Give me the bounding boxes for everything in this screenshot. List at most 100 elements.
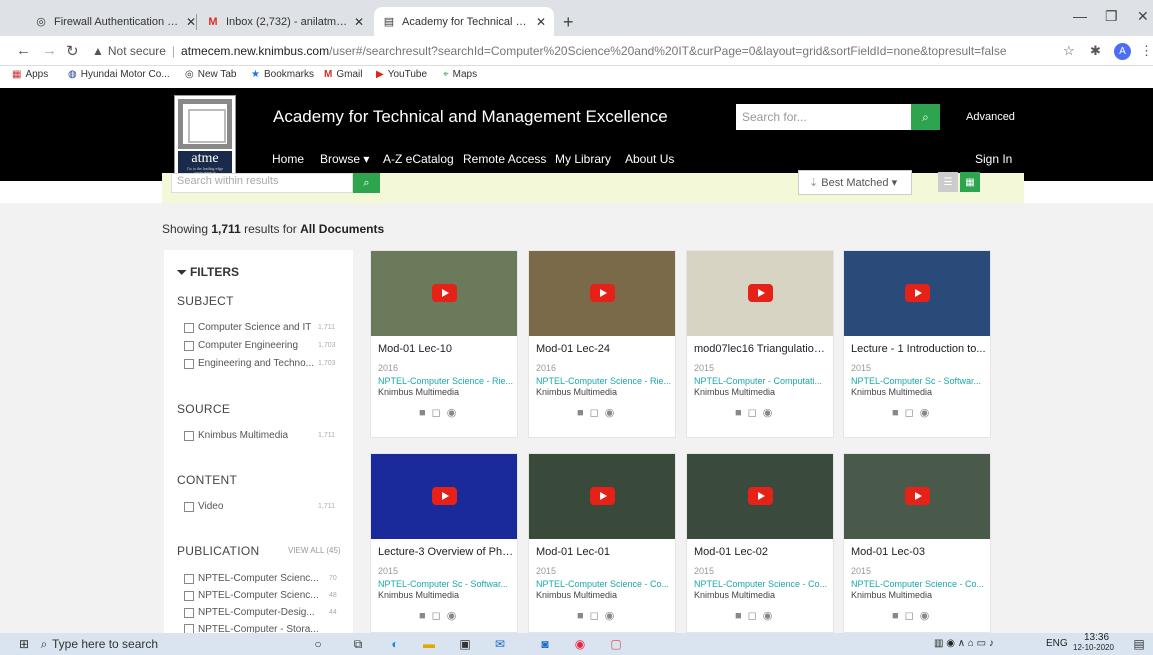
url-field[interactable]: ▲ Not secure | atmecem.new.knimbus.com /… [92, 40, 1052, 62]
cortana-icon[interactable]: ○ [310, 636, 326, 652]
bookmark-icon[interactable]: ◻ [432, 610, 447, 622]
card-title[interactable]: Mod-01 Lec-02 [694, 546, 830, 558]
nav-home[interactable]: Home [272, 152, 304, 166]
nav-az-ecatalog[interactable]: A-Z eCatalog [383, 152, 454, 166]
search-button[interactable]: ⌕ [911, 104, 940, 130]
card-title[interactable]: Lecture-3 Overview of Pha... [378, 546, 514, 558]
sign-in-link[interactable]: Sign In [975, 152, 1012, 166]
tab-gmail[interactable]: M Inbox (2,732) - anilatme@gmail.c ✕ [198, 7, 372, 36]
view-all-link[interactable]: VIEW ALL (45) [288, 546, 341, 555]
clock-time[interactable]: 13:36 [1084, 632, 1109, 643]
card-title[interactable]: Mod-01 Lec-03 [851, 546, 987, 558]
list-view-button[interactable]: ☰ [938, 172, 958, 192]
nav-remote-access[interactable]: Remote Access [463, 152, 546, 166]
avatar[interactable]: A [1114, 43, 1131, 60]
file-explorer-icon[interactable]: ▬ [421, 636, 437, 652]
card-title[interactable]: Lecture - 1 Introduction to... [851, 343, 987, 355]
result-card[interactable]: Mod-01 Lec-02 2015 NPTEL-Computer Science … [686, 453, 834, 633]
close-icon[interactable]: ✕ [536, 15, 546, 29]
card-title[interactable]: Mod-01 Lec-24 [536, 343, 672, 355]
card-source[interactable]: NPTEL-Computer Science - Co... [694, 579, 830, 589]
tab-firewall[interactable]: ◎ Firewall Authentication Keepaliv ✕ [26, 7, 204, 36]
card-source[interactable]: NPTEL-Computer - Computati... [694, 376, 830, 386]
filter-checkbox[interactable]: NPTEL-Computer Scienc... [184, 573, 319, 584]
play-icon[interactable] [590, 487, 615, 505]
nav-browse[interactable]: Browse ▾ [320, 152, 369, 166]
close-icon[interactable]: ✕ [354, 15, 364, 29]
bookmark-icon[interactable]: ◻ [905, 610, 920, 622]
play-icon[interactable] [432, 284, 457, 302]
eye-icon[interactable]: ◉ [920, 610, 936, 622]
search-within-button[interactable]: ⌕ [353, 173, 380, 193]
result-card[interactable]: Mod-01 Lec-24 2016 NPTEL-Computer Science … [528, 250, 676, 438]
star-icon[interactable]: ☆ [1063, 43, 1075, 59]
card-source[interactable]: NPTEL-Computer Sc - Softwar... [851, 376, 987, 386]
search-within-input[interactable]: Search within results [171, 173, 353, 193]
eye-icon[interactable]: ◉ [605, 407, 621, 419]
clock-date[interactable]: 12-10-2020 [1073, 643, 1114, 652]
eye-icon[interactable]: ◉ [605, 610, 621, 622]
card-source[interactable]: NPTEL-Computer Science - Rie... [378, 376, 514, 386]
bookmark-icon[interactable]: ◻ [590, 610, 605, 622]
eye-icon[interactable]: ◉ [920, 407, 936, 419]
card-source[interactable]: NPTEL-Computer Science - Rie... [536, 376, 672, 386]
filter-checkbox[interactable]: Computer Science and IT [184, 322, 311, 333]
bookmark-bookmarks[interactable]: ★ Bookmarks [251, 69, 314, 80]
site-logo[interactable]: atmeGo to the leading edgewww.atme.in [174, 95, 236, 175]
eye-icon[interactable]: ◉ [763, 610, 779, 622]
filter-checkbox[interactable]: Engineering and Techno... [184, 358, 314, 369]
close-icon[interactable]: ✕ [186, 15, 196, 29]
store-icon[interactable]: ▣ [457, 636, 473, 652]
nav-about-us[interactable]: About Us [625, 152, 674, 166]
card-title[interactable]: mod07lec16 Triangulation ... [694, 343, 830, 355]
media-app-icon[interactable]: ▢ [608, 636, 624, 652]
task-view-icon[interactable]: ⧉ [350, 636, 366, 652]
bookmark-icon[interactable]: ◻ [905, 407, 920, 419]
forward-icon[interactable]: → [42, 42, 57, 59]
play-icon[interactable] [432, 487, 457, 505]
result-card[interactable]: Mod-01 Lec-01 2015 NPTEL-Computer Science … [528, 453, 676, 633]
result-card[interactable]: Mod-01 Lec-03 2015 NPTEL-Computer Science … [843, 453, 991, 633]
grid-view-button[interactable]: ▦ [960, 172, 980, 192]
bookmark-maps[interactable]: ⌖ Maps [443, 69, 477, 80]
card-title[interactable]: Mod-01 Lec-10 [378, 343, 514, 355]
edge-icon[interactable]: ◐ [387, 636, 403, 652]
advanced-search-link[interactable]: Advanced [966, 111, 1015, 123]
new-tab-button[interactable]: + [563, 12, 574, 33]
menu-icon[interactable]: ⋮ [1140, 43, 1153, 59]
play-icon[interactable] [905, 487, 930, 505]
bookmark-hyundai[interactable]: ◍ Hyundai Motor Co... [68, 69, 170, 80]
bookmark-new-tab[interactable]: ◎ New Tab [185, 69, 236, 80]
sort-select[interactable]: ⇣ Best Matched ▾ [798, 170, 912, 195]
extensions-icon[interactable]: ✱ [1090, 43, 1101, 59]
mail-icon[interactable]: ✉ [492, 636, 508, 652]
eye-icon[interactable]: ◉ [447, 407, 463, 419]
play-icon[interactable] [748, 487, 773, 505]
card-source[interactable]: NPTEL-Computer Science - Co... [536, 579, 672, 589]
filter-checkbox[interactable]: NPTEL-Computer - Stora... [184, 624, 319, 633]
reload-icon[interactable]: ↻ [66, 42, 79, 60]
filter-checkbox[interactable]: Knimbus Multimedia [184, 430, 288, 441]
windows-start-icon[interactable]: ⊞ [16, 636, 32, 652]
filter-checkbox[interactable]: Computer Engineering [184, 340, 298, 351]
nav-my-library[interactable]: My Library [555, 152, 611, 166]
play-icon[interactable] [748, 284, 773, 302]
maximize-icon[interactable]: ❐ [1105, 8, 1118, 25]
taskbar-search-input[interactable]: Type here to search [52, 637, 158, 651]
play-icon[interactable] [905, 284, 930, 302]
filter-checkbox[interactable]: NPTEL-Computer Scienc... [184, 590, 319, 601]
chrome-icon[interactable]: ◉ [572, 636, 588, 652]
filter-checkbox[interactable]: NPTEL-Computer-Desig... [184, 607, 315, 618]
app-icon[interactable]: ◙ [537, 636, 553, 652]
result-card[interactable]: Lecture-3 Overview of Pha... 2015 NPTEL-Co… [370, 453, 518, 633]
close-window-icon[interactable]: ✕ [1137, 8, 1149, 25]
card-source[interactable]: NPTEL-Computer Science - Co... [851, 579, 987, 589]
card-source[interactable]: NPTEL-Computer Sc - Softwar... [378, 579, 514, 589]
bookmark-icon[interactable]: ◻ [432, 407, 447, 419]
tab-academy[interactable]: ▤ Academy for Technical and Mana ✕ [374, 7, 554, 36]
bookmark-icon[interactable]: ◻ [748, 407, 763, 419]
system-tray-icons[interactable]: ▥ ◉ ∧ ⌂ ▭ ♪ [934, 638, 994, 649]
card-title[interactable]: Mod-01 Lec-01 [536, 546, 672, 558]
result-card[interactable]: Mod-01 Lec-10 2016 NPTEL-Computer Science … [370, 250, 518, 438]
eye-icon[interactable]: ◉ [447, 610, 463, 622]
